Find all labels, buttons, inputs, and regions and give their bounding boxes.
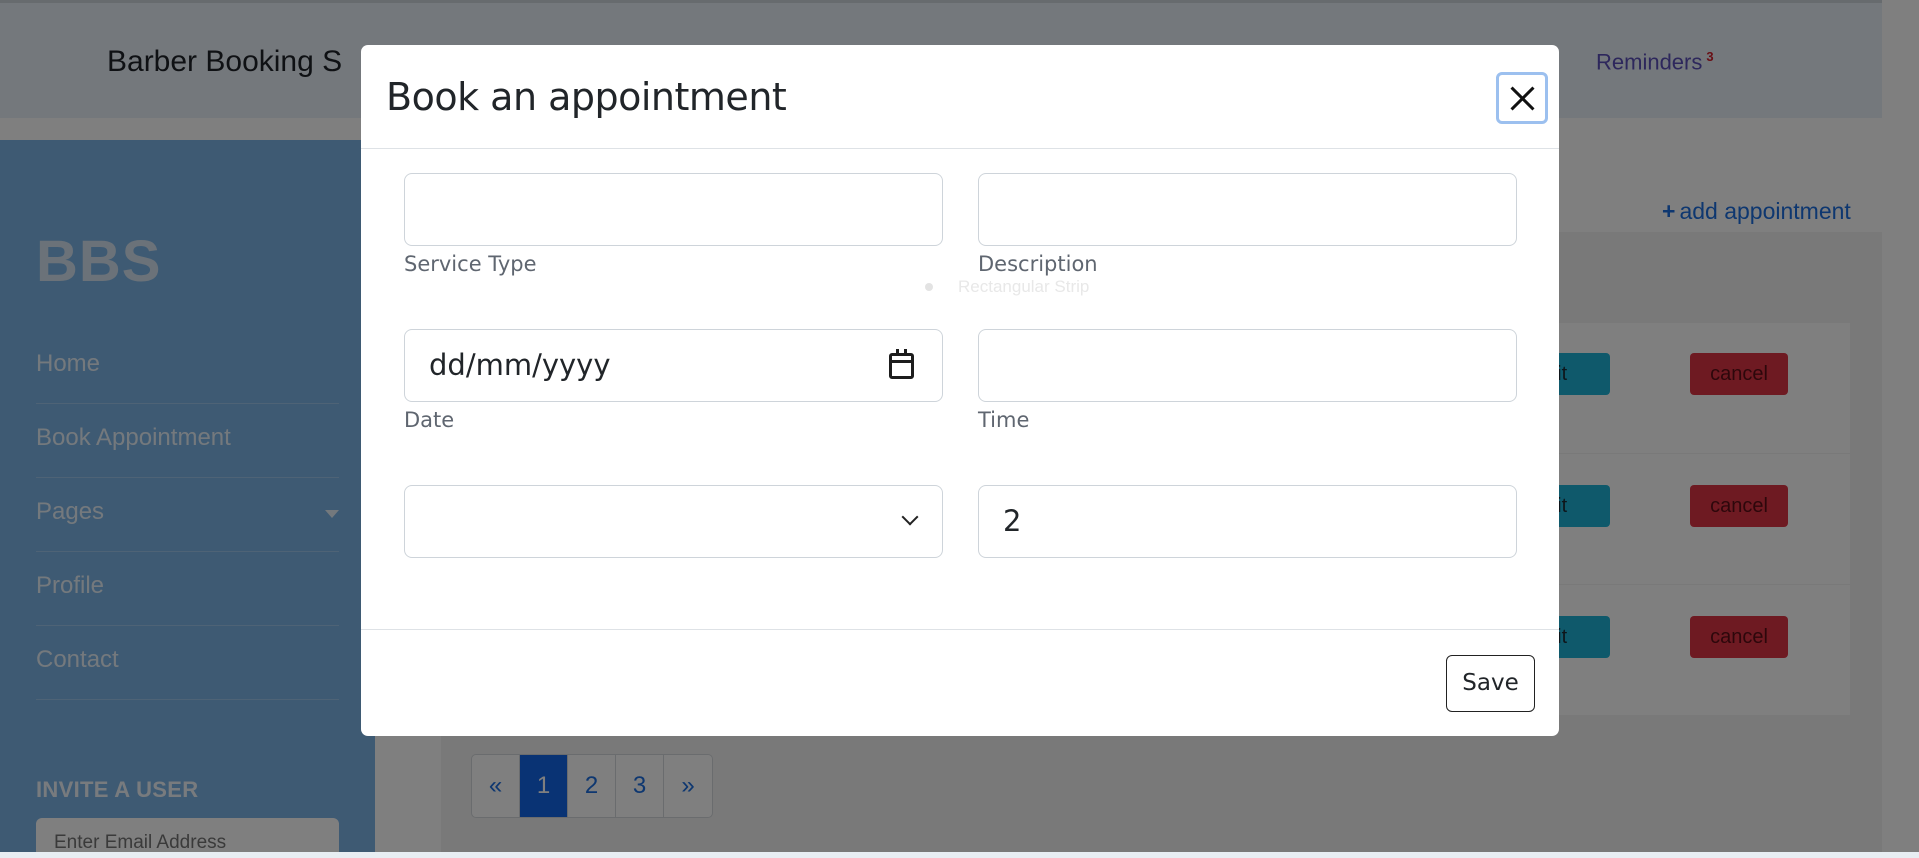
calendar-icon[interactable]: [889, 349, 914, 379]
chevron-down-icon: [901, 508, 919, 526]
time-input[interactable]: [978, 329, 1517, 402]
date-input[interactable]: dd/mm/yyyy: [404, 329, 943, 402]
service-type-label: Service Type: [404, 252, 537, 276]
description-label: Description: [978, 252, 1098, 276]
number-input[interactable]: 2: [978, 485, 1517, 558]
close-icon[interactable]: [1496, 72, 1548, 124]
description-input[interactable]: [978, 173, 1517, 246]
book-appointment-modal: Book an appointment Service Type Descrip…: [361, 45, 1559, 736]
ghost-dot: [925, 283, 933, 291]
modal-header: Book an appointment: [361, 45, 1559, 149]
date-label: Date: [404, 408, 455, 432]
ghost-label: Rectangular Strip: [958, 277, 1090, 296]
date-placeholder: dd/mm/yyyy: [429, 348, 611, 382]
bottom-strip: [0, 852, 1919, 858]
modal-footer-divider: [361, 629, 1559, 630]
time-label: Time: [978, 408, 1030, 432]
barber-select[interactable]: [404, 485, 943, 558]
modal-title: Book an appointment: [386, 75, 787, 119]
service-type-input[interactable]: [404, 173, 943, 246]
save-button[interactable]: Save: [1446, 655, 1535, 712]
